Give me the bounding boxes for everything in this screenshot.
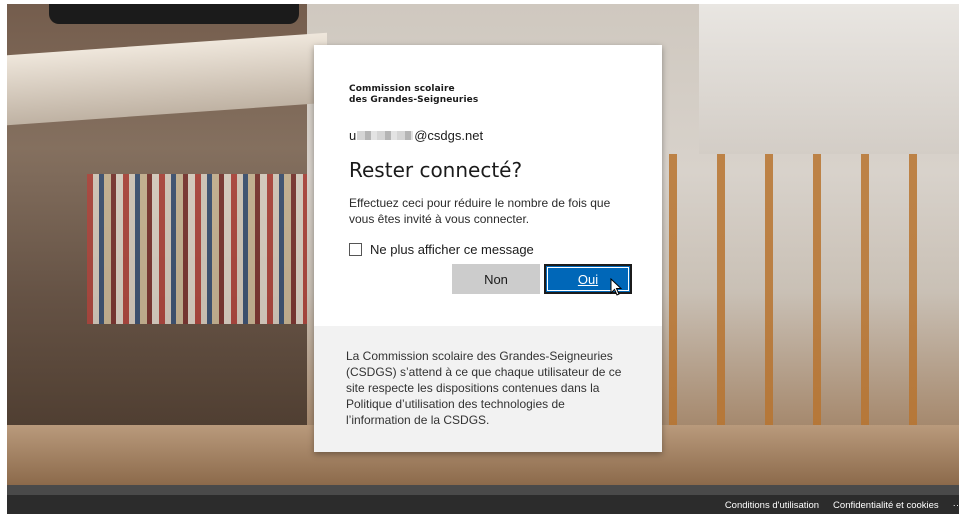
footer-links: Conditions d'utilisation Confidentialité… (725, 500, 959, 511)
more-options-link[interactable]: ·· (953, 500, 959, 511)
dont-show-again-label: Ne plus afficher ce message (370, 242, 534, 257)
background-chairs (647, 154, 947, 454)
privacy-cookies-link[interactable]: Confidentialité et cookies (833, 500, 939, 511)
dialog-buttons: Non Oui (452, 264, 632, 294)
terms-of-use-link[interactable]: Conditions d'utilisation (725, 500, 819, 511)
dialog-description: Effectuez ceci pour réduire le nombre de… (349, 196, 611, 226)
org-logo-line-2: des Grandes-Seigneuries (349, 95, 479, 105)
background-books (87, 174, 307, 324)
redacted-username (357, 131, 414, 140)
email-prefix: u (349, 128, 357, 143)
account-email: u @csdgs.net (349, 128, 627, 143)
org-logo-line-1: Commission scolaire (349, 84, 455, 94)
policy-notice: La Commission scolaire des Grandes-Seign… (314, 326, 662, 452)
dialog-main: Commission scolaire des Grandes-Seigneur… (314, 45, 662, 296)
dont-show-again-row[interactable]: Ne plus afficher ce message (349, 242, 627, 257)
top-dark-tab (49, 4, 299, 24)
page-footer: Conditions d'utilisation Confidentialité… (7, 495, 959, 514)
email-domain: @csdgs.net (414, 128, 484, 143)
dialog-title: Rester connecté? (349, 158, 523, 182)
background-shelf-right (699, 4, 959, 154)
dont-show-again-checkbox[interactable] (349, 243, 362, 256)
no-button[interactable]: Non (452, 264, 540, 294)
mouse-pointer-icon (610, 277, 623, 301)
footer-separator (7, 485, 959, 495)
stay-signed-in-dialog: Commission scolaire des Grandes-Seigneur… (314, 45, 662, 452)
